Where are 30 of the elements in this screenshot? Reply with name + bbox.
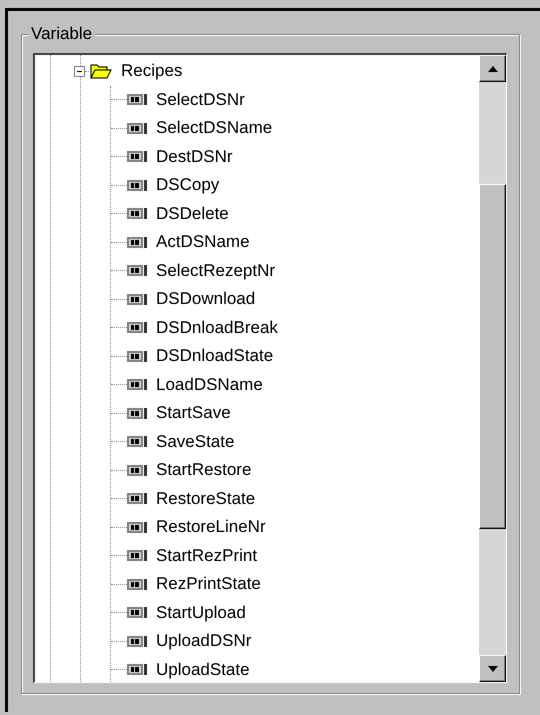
tree-item[interactable]: LoadDSName	[154, 374, 265, 395]
tree-item[interactable]: UploadState	[154, 660, 252, 680]
tree-item[interactable]: DSDnloadBreak	[154, 318, 280, 338]
scroll-up-button[interactable]	[479, 55, 506, 82]
folder-icon	[90, 63, 112, 80]
tree-item[interactable]: DSDelete	[154, 204, 231, 224]
tree-item[interactable]: StartSave	[154, 403, 233, 424]
tree-item[interactable]: SaveState	[154, 432, 236, 452]
collapse-toggle[interactable]	[74, 66, 85, 77]
scrollbar[interactable]	[479, 55, 506, 682]
tree-item[interactable]: StartUpload	[154, 602, 248, 623]
tree-item[interactable]: RestoreState	[154, 488, 258, 509]
tree-item[interactable]: RezPrintState	[154, 574, 263, 594]
tree-item[interactable]: StartRestore	[154, 460, 254, 480]
tree-item[interactable]: DSDnloadState	[154, 346, 276, 366]
tree-item[interactable]: Recipes	[119, 61, 184, 82]
tree-item[interactable]: SelectDSNr	[154, 90, 247, 110]
tree-item[interactable]: RestoreLineNr	[154, 517, 268, 538]
tree-item[interactable]: ActDSName	[154, 232, 252, 252]
tree-item[interactable]: SelectDSName	[154, 118, 274, 138]
up-arrow-icon	[488, 66, 498, 72]
tree-item[interactable]: DSCopy	[154, 175, 222, 196]
tree-item[interactable]: UploadDSNr	[154, 631, 254, 652]
tree-item[interactable]: DSDownload	[154, 289, 258, 310]
tree-item[interactable]: SelectRezeptNr	[154, 260, 278, 281]
tree-item[interactable]: DestDSNr	[154, 146, 235, 167]
scroll-thumb[interactable]	[479, 184, 506, 529]
scroll-down-button[interactable]	[479, 655, 506, 682]
tree-item[interactable]: StartRezPrint	[154, 546, 260, 566]
down-arrow-icon	[488, 666, 498, 672]
